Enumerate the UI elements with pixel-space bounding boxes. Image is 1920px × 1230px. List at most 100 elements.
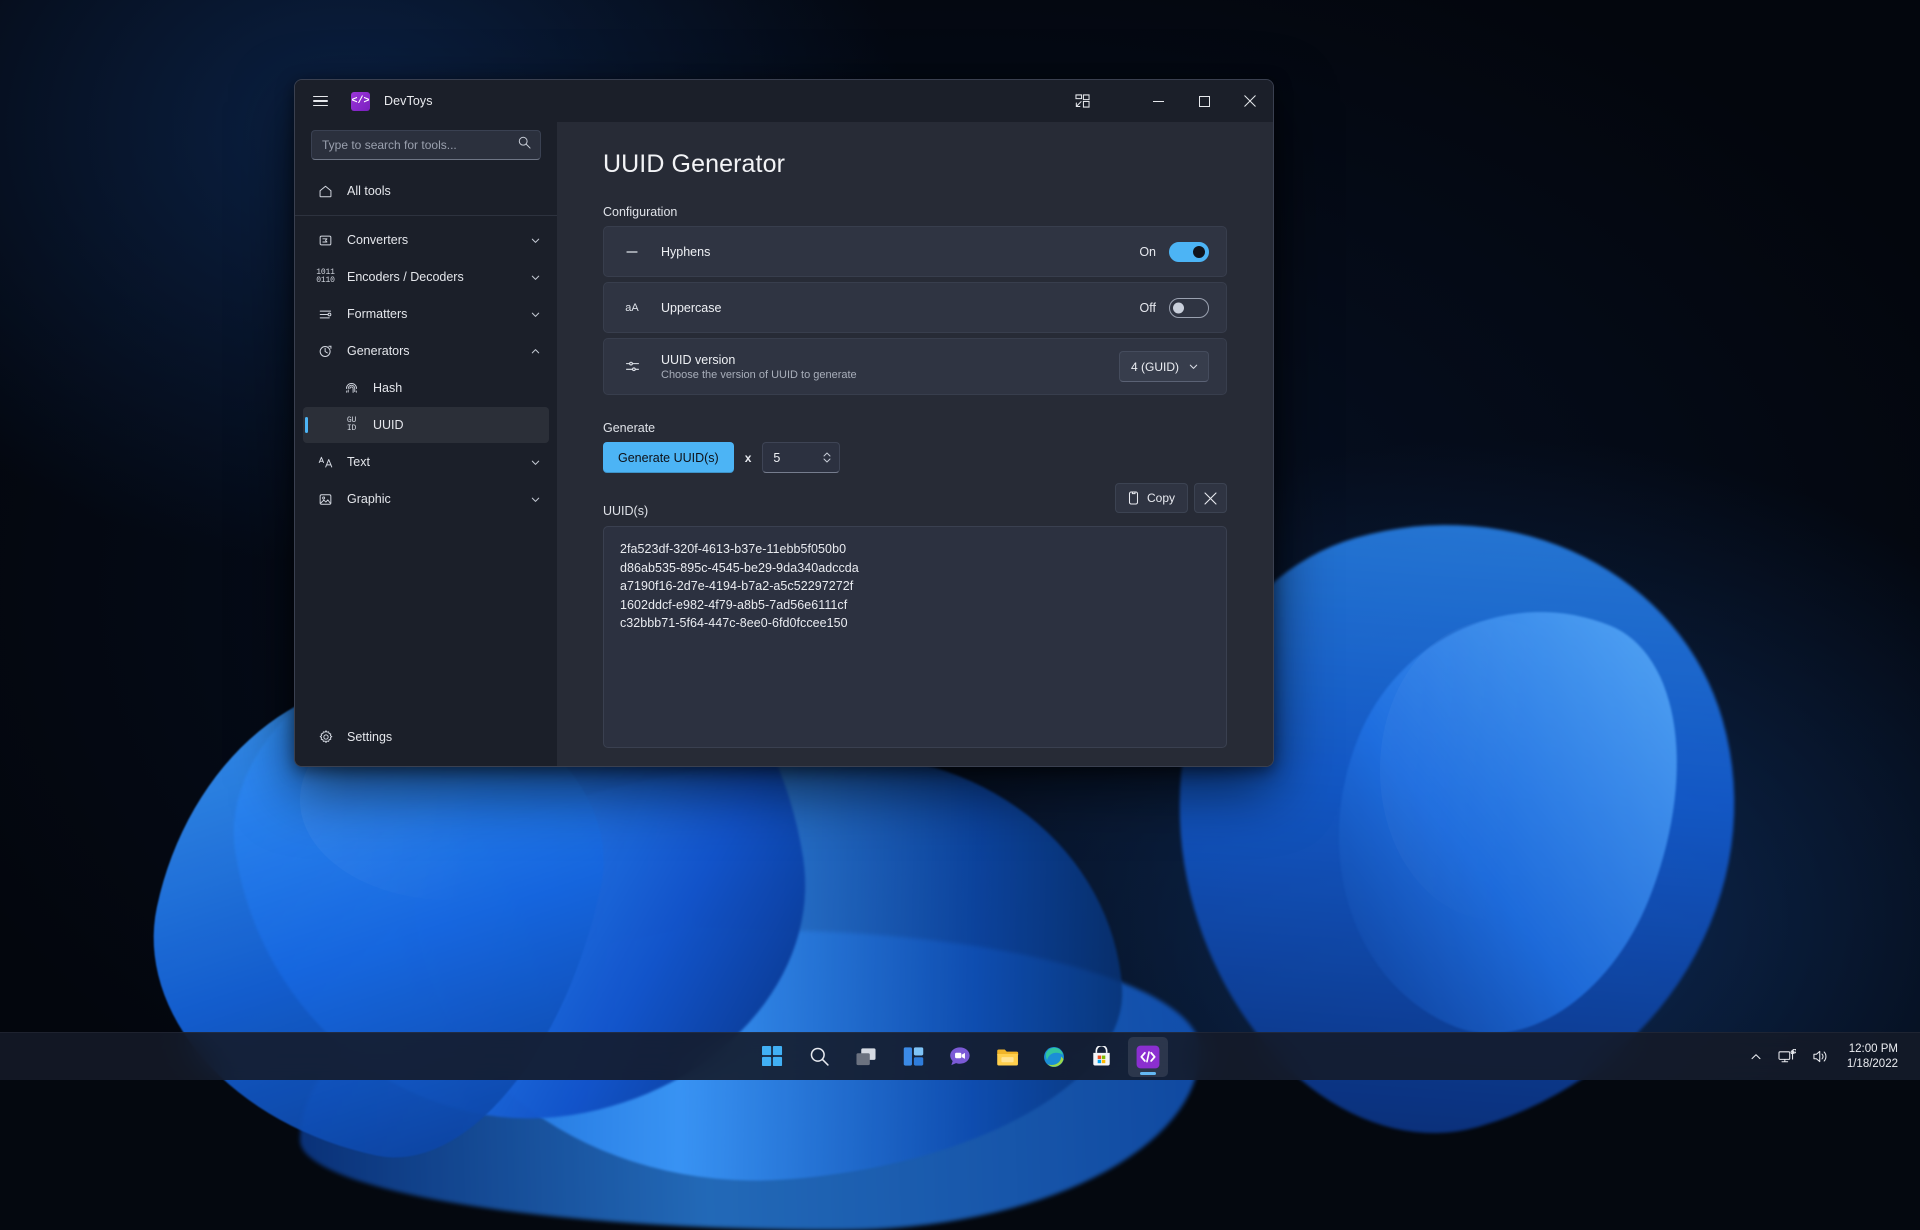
- edge-button[interactable]: [1034, 1037, 1074, 1077]
- fingerprint-icon: [343, 380, 360, 397]
- search-box[interactable]: [311, 130, 541, 160]
- setting-title: UUID version: [661, 353, 857, 367]
- widgets-button[interactable]: [893, 1037, 933, 1077]
- formatters-icon: [317, 306, 334, 323]
- uppercase-icon: aA: [621, 302, 643, 314]
- taskbar: 12:00 PM 1/18/2022: [0, 1032, 1920, 1080]
- sidebar-item-encoders-decoders[interactable]: 10110110 Encoders / Decoders: [303, 259, 549, 295]
- stepper-icon[interactable]: [822, 450, 832, 465]
- uuid-output-box[interactable]: 2fa523df-320f-4613-b37e-11ebb5f050b0 d86…: [603, 526, 1227, 748]
- uuid-count-input[interactable]: [773, 451, 822, 465]
- uuid-line: 1602ddcf-e982-4f79-a8b5-7ad56e6111cf: [620, 596, 1210, 615]
- copy-button[interactable]: Copy: [1115, 483, 1188, 513]
- uuid-line: 2fa523df-320f-4613-b37e-11ebb5f050b0: [620, 540, 1210, 559]
- task-view-button[interactable]: [846, 1037, 886, 1077]
- generate-row: Generate UUID(s) x: [603, 442, 1227, 473]
- uuid-version-value: 4 (GUID): [1131, 360, 1179, 374]
- setting-title: Uppercase: [661, 301, 721, 315]
- search-input[interactable]: [312, 138, 540, 152]
- chevron-down-icon[interactable]: [530, 272, 541, 283]
- sliders-icon: [621, 358, 643, 375]
- sidebar-item-hash[interactable]: Hash: [303, 370, 549, 406]
- close-button[interactable]: [1227, 80, 1273, 122]
- uuid-line: a7190f16-2d7e-4194-b7a2-a5c52297272f: [620, 577, 1210, 596]
- clear-output-button[interactable]: [1194, 483, 1227, 513]
- devtoys-button[interactable]: [1128, 1037, 1168, 1077]
- sidebar-item-label: Formatters: [347, 307, 407, 321]
- chevron-down-icon[interactable]: [530, 235, 541, 246]
- title-bar: </> DevToys: [295, 80, 1273, 122]
- sidebar-item-label: Graphic: [347, 492, 391, 506]
- selection-indicator: [305, 417, 308, 433]
- sidebar-item-label: All tools: [347, 184, 391, 198]
- toggle-knob: [1173, 302, 1184, 313]
- sidebar-item-label: Hash: [373, 381, 402, 395]
- system-tray: 12:00 PM 1/18/2022: [1742, 1033, 1920, 1081]
- sidebar-item-label: UUID: [373, 418, 404, 432]
- setting-row-uuid-version: UUID version Choose the version of UUID …: [603, 338, 1227, 395]
- sidebar-item-generators[interactable]: Generators: [303, 333, 549, 369]
- sidebar-item-uuid[interactable]: GUID UUID: [303, 407, 549, 443]
- network-icon[interactable]: [1770, 1042, 1804, 1072]
- hyphens-state-label: On: [1139, 245, 1156, 259]
- sidebar-item-label: Generators: [347, 344, 410, 358]
- wallpaper-ribbon: [406, 736, 1134, 1204]
- devtoys-window: </> DevToys: [294, 79, 1274, 767]
- chat-button[interactable]: [940, 1037, 980, 1077]
- generate-label: Generate: [603, 421, 1227, 435]
- sidebar-item-formatters[interactable]: Formatters: [303, 296, 549, 332]
- main-content: UUID Generator Configuration Hyphens On …: [557, 122, 1273, 766]
- uuid-version-dropdown[interactable]: 4 (GUID): [1119, 351, 1209, 382]
- home-icon: [317, 183, 334, 200]
- search-button[interactable]: [799, 1037, 839, 1077]
- hyphen-icon: [621, 244, 643, 260]
- binary-icon: 10110110: [317, 269, 334, 286]
- chevron-down-icon[interactable]: [530, 457, 541, 468]
- setting-row-hyphens: Hyphens On: [603, 226, 1227, 277]
- generate-uuids-button[interactable]: Generate UUID(s): [603, 442, 734, 473]
- multiplier-label: x: [745, 451, 752, 465]
- output-header: UUID(s) Copy: [603, 489, 1227, 519]
- text-icon: [317, 454, 334, 471]
- sidebar-item-label: Converters: [347, 233, 408, 247]
- compact-overlay-icon[interactable]: [1059, 80, 1105, 122]
- minimize-button[interactable]: [1135, 80, 1181, 122]
- generators-icon: [317, 343, 334, 360]
- toggle-knob: [1193, 246, 1205, 258]
- sidebar-item-all-tools[interactable]: All tools: [303, 173, 549, 209]
- gear-icon: [317, 729, 334, 746]
- file-explorer-button[interactable]: [987, 1037, 1027, 1077]
- chevron-down-icon: [1188, 361, 1199, 372]
- hamburger-menu-icon[interactable]: [301, 83, 339, 119]
- sidebar-item-text[interactable]: Text: [303, 444, 549, 480]
- configuration-label: Configuration: [603, 205, 1227, 219]
- sidebar-nav: All tools Converters: [295, 170, 557, 718]
- wallpaper-highlight: [1380, 620, 1610, 920]
- guid-icon: GUID: [343, 417, 360, 434]
- volume-icon[interactable]: [1804, 1042, 1837, 1071]
- show-hidden-icons-chevron-up-icon[interactable]: [1742, 1044, 1770, 1070]
- sidebar-item-label: Settings: [347, 730, 392, 744]
- chevron-down-icon[interactable]: [530, 309, 541, 320]
- uppercase-toggle[interactable]: [1169, 298, 1209, 318]
- output-label: UUID(s): [603, 504, 648, 519]
- sidebar-item-label: Encoders / Decoders: [347, 270, 464, 284]
- sidebar-item-settings[interactable]: Settings: [303, 719, 549, 755]
- sidebar-divider: [295, 215, 557, 216]
- clock[interactable]: 12:00 PM 1/18/2022: [1837, 1038, 1906, 1076]
- uuid-count-stepper[interactable]: [762, 442, 840, 473]
- chevron-down-icon[interactable]: [530, 494, 541, 505]
- sidebar-item-converters[interactable]: Converters: [303, 222, 549, 258]
- store-button[interactable]: [1081, 1037, 1121, 1077]
- maximize-button[interactable]: [1181, 80, 1227, 122]
- start-button[interactable]: [752, 1037, 792, 1077]
- app-logo-icon: </>: [351, 92, 370, 111]
- wallpaper-ribbon: [1271, 554, 1738, 1076]
- sidebar-item-graphic[interactable]: Graphic: [303, 481, 549, 517]
- chevron-up-icon[interactable]: [530, 346, 541, 357]
- hyphens-toggle[interactable]: [1169, 242, 1209, 262]
- setting-row-uppercase: aA Uppercase Off: [603, 282, 1227, 333]
- close-icon: [1204, 492, 1217, 505]
- sidebar: All tools Converters: [295, 122, 557, 766]
- clock-time: 12:00 PM: [1849, 1042, 1898, 1057]
